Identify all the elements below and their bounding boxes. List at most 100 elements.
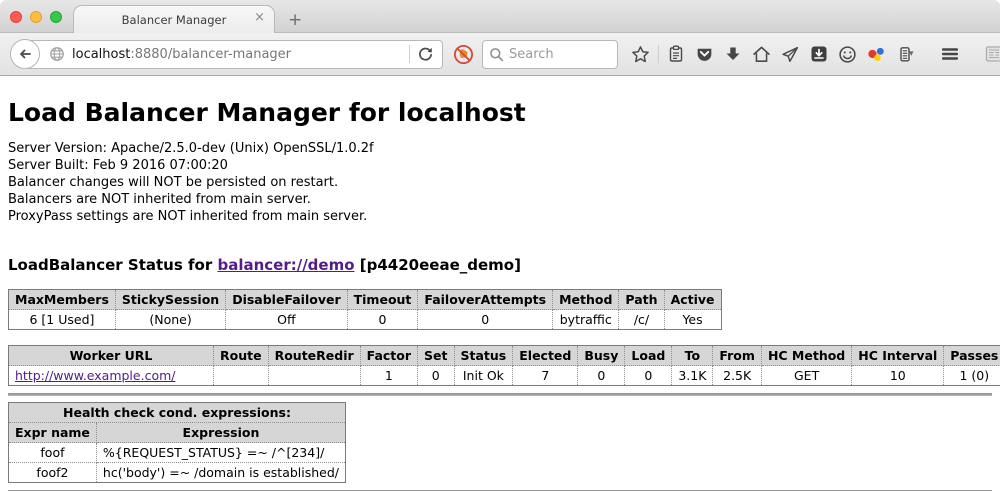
tab-balancer-manager[interactable]: Balancer Manager × <box>73 5 275 33</box>
column-header: Factor <box>360 346 417 366</box>
column-header: RouteRedir <box>268 346 360 366</box>
expr-name-value: foof <box>9 443 97 463</box>
toolbar-icons: ▾ <box>631 45 1000 64</box>
balancer-demo-link[interactable]: balancer://demo <box>217 256 354 274</box>
session-manager-button[interactable]: ▾ <box>896 45 914 63</box>
column-header: DisableFailover <box>226 290 347 310</box>
to-value: 3.1K <box>672 366 713 386</box>
column-header: Elected <box>513 346 578 366</box>
column-header: Worker URL <box>9 346 214 366</box>
table-title-row: Health check cond. expressions: <box>9 403 346 423</box>
inherit-notice-line: Balancers are NOT inherited from main se… <box>8 191 992 208</box>
hamburger-menu-icon[interactable] <box>940 45 960 63</box>
bookmark-star-icon[interactable] <box>631 45 650 64</box>
back-button[interactable] <box>10 39 40 69</box>
zoom-window-button[interactable] <box>50 11 62 23</box>
reload-icon[interactable] <box>417 46 434 63</box>
load-value: 0 <box>625 366 672 386</box>
elected-value: 7 <box>513 366 578 386</box>
table-row: foof2 hc('body') =~ /domain is establish… <box>9 463 346 483</box>
column-header: Expr name <box>9 423 97 443</box>
page-title: Load Balancer Manager for localhost <box>8 76 992 127</box>
health-check-table: Health check cond. expressions: Expr nam… <box>8 402 346 483</box>
worker-url-cell: http://www.example.com/ <box>9 366 214 386</box>
close-window-button[interactable] <box>10 11 22 23</box>
proxypass-notice-line: ProxyPass settings are NOT inherited fro… <box>8 208 992 225</box>
tab-close-icon[interactable]: × <box>254 11 265 24</box>
worker-row: http://www.example.com/ 1 0 Init Ok 7 0 … <box>9 366 1000 386</box>
routeredir-value <box>268 366 360 386</box>
bookmarks-clipboard-icon[interactable] <box>667 45 685 63</box>
flash-block-icon[interactable] <box>453 44 474 65</box>
navigation-toolbar: localhost:8880/balancer-manager <box>0 33 1000 76</box>
table-row: foof %{REQUEST_STATUS} =~ /^[234]/ <box>9 443 346 463</box>
column-header: StickySession <box>115 290 225 310</box>
factor-value: 1 <box>360 366 417 386</box>
failoverattempts-value: 0 <box>418 310 553 330</box>
method-value: bytraffic <box>553 310 619 330</box>
new-tab-button[interactable]: + <box>288 12 302 29</box>
column-header: Timeout <box>347 290 418 310</box>
expression-value: %{REQUEST_STATUS} =~ /^[234]/ <box>96 443 345 463</box>
home-icon[interactable] <box>752 45 771 64</box>
reader-view-icon[interactable] <box>984 45 1000 63</box>
column-header: Active <box>664 290 721 310</box>
column-header: Path <box>619 290 664 310</box>
search-box[interactable] <box>482 40 618 69</box>
worker-url-link[interactable]: http://www.example.com/ <box>15 368 175 383</box>
column-header: Passes <box>944 346 1000 366</box>
status-value: Init Ok <box>454 366 513 386</box>
globe-icon <box>49 46 65 62</box>
column-header: Load <box>625 346 672 366</box>
table-header-row: Expr name Expression <box>9 423 346 443</box>
maxmembers-value: 6 [1 Used] <box>9 310 116 330</box>
worker-table: Worker URL Route RouteRedir Factor Set S… <box>8 345 1000 386</box>
path-value: /c/ <box>619 310 664 330</box>
server-info: Server Version: Apache/2.5.0-dev (Unix) … <box>8 140 992 225</box>
timeout-value: 0 <box>347 310 418 330</box>
title-bar: Balancer Manager × + <box>0 0 1000 33</box>
server-version-line: Server Version: Apache/2.5.0-dev (Unix) … <box>8 140 992 157</box>
browser-window: Balancer Manager × + localhost:8880/bala… <box>0 0 1000 491</box>
url-domain: localhost <box>72 47 130 62</box>
server-built-line: Server Built: Feb 9 2016 07:00:20 <box>8 157 992 174</box>
window-controls <box>10 11 62 23</box>
table-header-row: Worker URL Route RouteRedir Factor Set S… <box>9 346 1000 366</box>
urlbar-divider <box>409 45 410 63</box>
divider <box>8 393 992 396</box>
status-suffix: [p4420eeae_demo] <box>355 256 521 274</box>
chevron-down-icon: ▾ <box>909 49 914 59</box>
expr-name-value: foof2 <box>9 463 97 483</box>
search-icon <box>489 47 504 62</box>
balancer-settings-table: MaxMembers StickySession DisableFailover… <box>8 289 722 330</box>
downloads-icon[interactable] <box>724 45 742 63</box>
column-header: Method <box>553 290 619 310</box>
column-header: Set <box>418 346 454 366</box>
emoji-smiley-icon[interactable] <box>838 45 857 64</box>
url-path: :8880/balancer-manager <box>130 47 291 62</box>
back-arrow-icon <box>17 46 33 62</box>
tab-title: Balancer Manager <box>122 13 227 27</box>
url-text: localhost:8880/balancer-manager <box>72 47 291 62</box>
video-download-icon[interactable] <box>810 45 828 63</box>
downloadhelper-balls-icon[interactable] <box>867 45 886 64</box>
column-header: From <box>713 346 762 366</box>
page-content: Load Balancer Manager for localhost Serv… <box>0 76 1000 490</box>
hc-method-value: GET <box>761 366 851 386</box>
url-bar[interactable]: localhost:8880/balancer-manager <box>24 40 443 69</box>
active-value: Yes <box>664 310 721 330</box>
passes-value: 1 (0) <box>944 366 1000 386</box>
search-input[interactable] <box>509 47 609 62</box>
stickysession-value: (None) <box>115 310 225 330</box>
expression-value: hc('body') =~ /domain is established/ <box>96 463 345 483</box>
column-header: MaxMembers <box>9 290 116 310</box>
column-header: Route <box>214 346 269 366</box>
send-tab-icon[interactable] <box>781 45 800 64</box>
route-value <box>214 366 269 386</box>
minimize-window-button[interactable] <box>30 11 42 23</box>
column-header: Busy <box>578 346 625 366</box>
column-header: Expression <box>96 423 345 443</box>
pocket-icon[interactable] <box>695 45 714 64</box>
column-header: HC Interval <box>852 346 944 366</box>
status-prefix: LoadBalancer Status for <box>8 256 217 274</box>
